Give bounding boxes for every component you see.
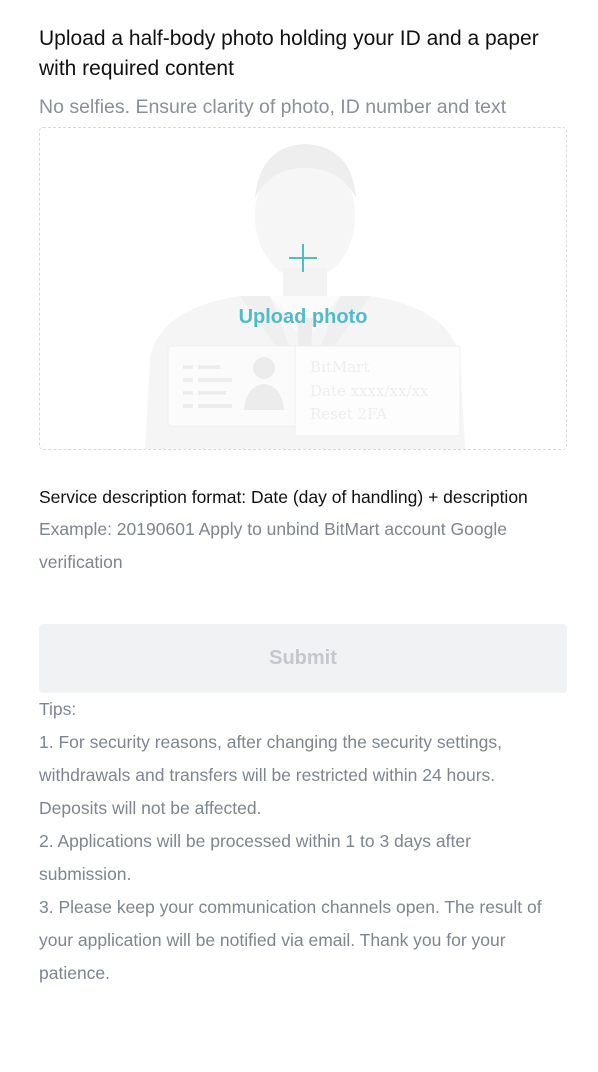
service-description-title: Service description format: Date (day of… <box>39 487 528 507</box>
tips-section: Tips: 1. For security reasons, after cha… <box>39 693 567 990</box>
upload-photo-label: Upload photo <box>238 306 368 328</box>
photo-upload-area[interactable]: BitMart Date xxxx/xx/xx Reset 2FA Upload… <box>39 127 567 450</box>
tip-item: 2. Applications will be processed within… <box>39 831 471 884</box>
plus-icon <box>289 244 317 272</box>
id-photo-sample-illustration <box>145 144 465 449</box>
upload-subheading: No selfies. Ensure clarity of photo, ID … <box>39 96 507 118</box>
tip-item: 3. Please keep your communication channe… <box>39 897 542 983</box>
upload-heading: Upload a half-body photo holding your ID… <box>39 27 539 80</box>
submit-button[interactable]: Submit <box>39 624 567 693</box>
tips-heading: Tips: <box>39 699 77 719</box>
tip-item: 1. For security reasons, after changing … <box>39 732 502 818</box>
sample-card-brand: BitMart <box>310 358 370 376</box>
service-description-example: Example: 20190601 Apply to unbind BitMar… <box>39 519 507 572</box>
sample-card-date: Date xxxx/xx/xx <box>310 382 429 400</box>
sample-card-action: Reset 2FA <box>310 405 388 423</box>
